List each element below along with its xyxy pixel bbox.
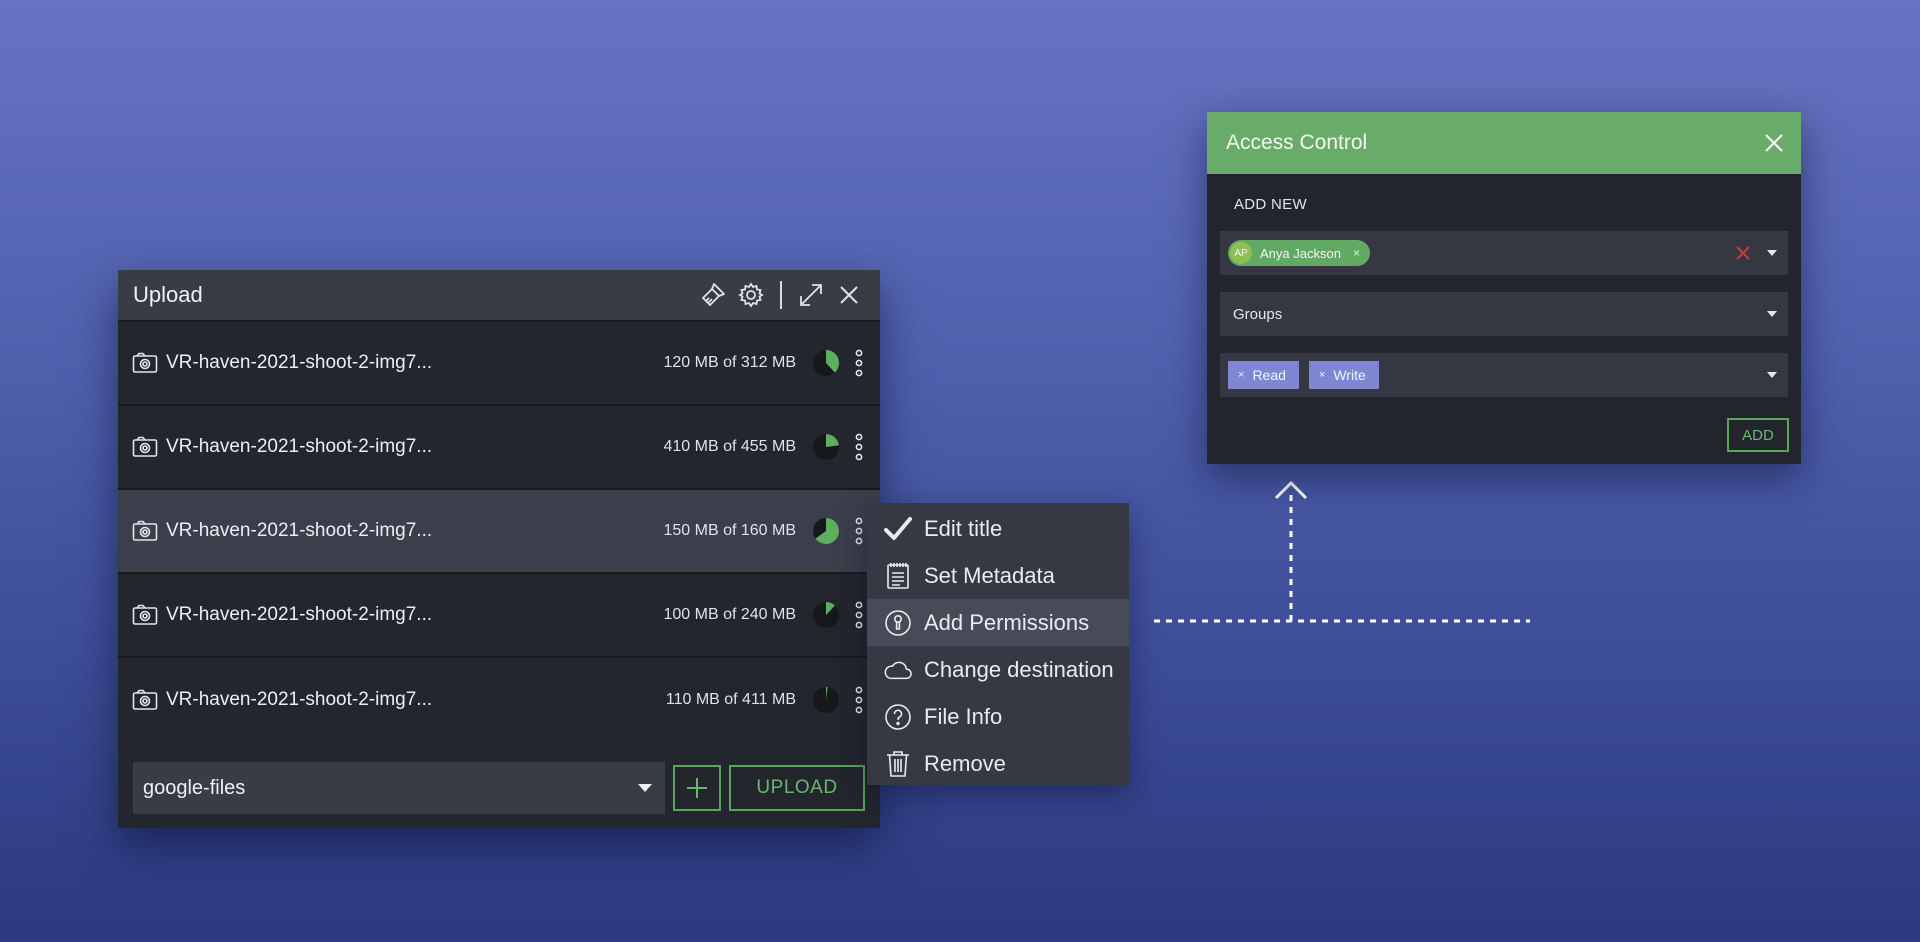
- lock-icon: [884, 609, 912, 637]
- close-icon[interactable]: [1761, 130, 1787, 156]
- file-list: VR-haven-2021-shoot-2-img7... 120 MB of …: [118, 322, 880, 742]
- dialog-subtitle: ADD NEW: [1234, 196, 1307, 213]
- progress-pie: [813, 518, 839, 544]
- add-button[interactable]: ADD: [1727, 418, 1789, 452]
- kebab-icon[interactable]: [852, 685, 866, 715]
- user-chip[interactable]: AP Anya Jackson ×: [1228, 240, 1370, 266]
- progress-pie: [813, 434, 839, 460]
- chip-remove-icon[interactable]: ×: [1353, 246, 1360, 260]
- user-chip-name: Anya Jackson: [1260, 245, 1341, 261]
- gear-icon[interactable]: [736, 280, 766, 310]
- upload-footer: google-files UPLOAD: [133, 762, 868, 814]
- menu-item-change-destination[interactable]: Change destination: [867, 646, 1129, 693]
- dropdown-icon[interactable]: [1766, 248, 1778, 258]
- clean-icon[interactable]: [698, 280, 728, 310]
- dropdown-icon[interactable]: [1766, 370, 1778, 380]
- file-size: 120 MB of 312 MB: [663, 354, 796, 371]
- destination-value: google-files: [143, 776, 246, 799]
- close-icon[interactable]: [834, 280, 864, 310]
- groups-placeholder: Groups: [1233, 305, 1283, 323]
- upload-title: Upload: [133, 282, 203, 307]
- permission-label: Write: [1333, 367, 1366, 383]
- file-name: VR-haven-2021-shoot-2-img7...: [166, 436, 433, 457]
- user-select[interactable]: AP Anya Jackson ×: [1220, 231, 1788, 275]
- file-size: 110 MB of 411 MB: [665, 691, 796, 708]
- upload-panel: Upload VR-haven-2021-shoot-2-img7... 120…: [118, 270, 880, 828]
- camera-icon: [132, 604, 158, 625]
- progress-pie: [813, 350, 840, 376]
- flow-arrow-head: [1274, 480, 1308, 621]
- kebab-icon[interactable]: [852, 516, 866, 546]
- file-name: VR-haven-2021-shoot-2-img7...: [166, 520, 433, 541]
- menu-item-label: File Info: [924, 703, 1003, 729]
- upload-header: Upload: [118, 270, 880, 322]
- menu-item-label: Set Metadata: [924, 562, 1055, 588]
- file-row[interactable]: VR-haven-2021-shoot-2-img7... 120 MB of …: [118, 322, 880, 406]
- notepad-icon: [884, 562, 912, 590]
- menu-item-remove[interactable]: Remove: [867, 740, 1129, 787]
- menu-item-label: Edit title: [924, 515, 1003, 541]
- dropdown-icon: [638, 784, 652, 792]
- dialog-title: Access Control: [1226, 131, 1368, 154]
- add-file-button[interactable]: [673, 765, 721, 811]
- trash-icon: [884, 750, 912, 778]
- progress-pie-fill: [826, 434, 839, 447]
- check-icon: [884, 515, 912, 543]
- menu-item-edit-title[interactable]: Edit title: [867, 505, 1129, 552]
- file-row[interactable]: VR-haven-2021-shoot-2-img7... 110 MB of …: [118, 658, 880, 742]
- groups-select[interactable]: Groups: [1220, 292, 1788, 336]
- context-menu: Edit title Set Metadata Add Permissions …: [867, 503, 1129, 785]
- dropdown-icon[interactable]: [1766, 309, 1778, 319]
- permissions-select[interactable]: × Read × Write: [1220, 353, 1788, 397]
- cloud-icon: [884, 656, 912, 684]
- menu-item-label: Change destination: [924, 656, 1114, 682]
- permission-chip-write[interactable]: × Write: [1308, 361, 1379, 389]
- file-size: 410 MB of 455 MB: [663, 438, 796, 455]
- camera-icon: [132, 352, 158, 373]
- file-name: VR-haven-2021-shoot-2-img7...: [166, 604, 433, 625]
- plus-icon: [687, 778, 707, 798]
- menu-item-file-info[interactable]: File Info: [867, 693, 1129, 740]
- header-divider: [780, 281, 782, 309]
- file-name: VR-haven-2021-shoot-2-img7...: [166, 352, 433, 373]
- menu-item-label: Remove: [924, 750, 1006, 776]
- avatar: AP: [1230, 242, 1252, 264]
- file-row-selected[interactable]: VR-haven-2021-shoot-2-img7... 150 MB of …: [118, 490, 880, 574]
- destination-select[interactable]: google-files: [133, 762, 665, 814]
- chip-remove-icon[interactable]: ×: [1319, 369, 1325, 381]
- kebab-icon[interactable]: [852, 348, 866, 378]
- file-size: 100 MB of 240 MB: [663, 606, 796, 623]
- camera-icon: [132, 520, 158, 541]
- camera-icon: [132, 436, 158, 457]
- menu-item-add-permissions[interactable]: Add Permissions: [867, 599, 1129, 646]
- file-name: VR-haven-2021-shoot-2-img7...: [166, 689, 433, 710]
- kebab-icon[interactable]: [852, 432, 866, 462]
- menu-item-label: Add Permissions: [924, 609, 1090, 635]
- access-control-dialog: Access Control ADD NEW AP Anya Jackson ×…: [1207, 112, 1801, 464]
- menu-item-set-metadata[interactable]: Set Metadata: [867, 552, 1129, 599]
- progress-pie: [813, 602, 839, 628]
- kebab-icon[interactable]: [852, 600, 866, 630]
- clear-icon[interactable]: [1734, 244, 1752, 262]
- permission-label: Read: [1252, 367, 1286, 383]
- progress-pie: [813, 687, 839, 713]
- file-row[interactable]: VR-haven-2021-shoot-2-img7... 410 MB of …: [118, 406, 880, 490]
- chip-remove-icon[interactable]: ×: [1238, 369, 1244, 381]
- access-control-header: Access Control: [1207, 112, 1801, 174]
- file-row[interactable]: VR-haven-2021-shoot-2-img7... 100 MB of …: [118, 574, 880, 658]
- question-icon: [884, 703, 912, 731]
- file-size: 150 MB of 160 MB: [663, 522, 796, 539]
- permission-chip-read[interactable]: × Read: [1228, 361, 1299, 389]
- upload-button[interactable]: UPLOAD: [729, 765, 865, 811]
- camera-icon: [132, 689, 158, 710]
- expand-icon[interactable]: [796, 280, 826, 310]
